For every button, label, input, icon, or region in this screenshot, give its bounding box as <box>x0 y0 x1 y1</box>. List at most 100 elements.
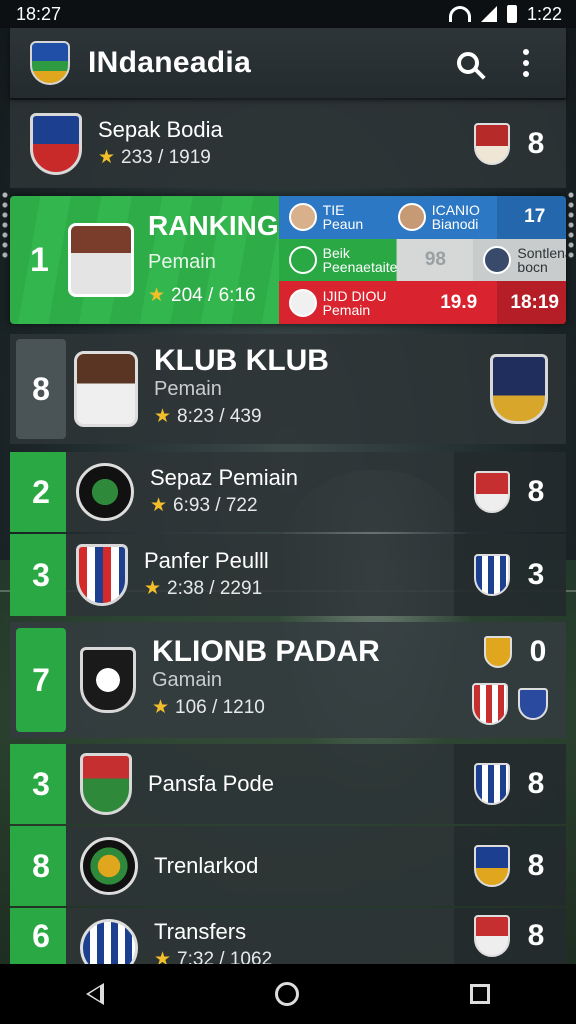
search-button[interactable] <box>448 43 488 83</box>
club-rating: ★ 7:32 / 1062 <box>154 946 454 964</box>
club-row[interactable]: 8 Trenlarkod 8 <box>10 826 566 906</box>
line-sub: Pemain <box>322 301 371 318</box>
club-score: 3 <box>527 558 545 591</box>
floodlight-right <box>566 190 576 260</box>
line-value-2: 18:19 <box>496 281 566 324</box>
opponent-crest <box>474 554 510 596</box>
club-row[interactable]: 3 Pansfa Pode 8 <box>10 744 566 824</box>
ranking-rating: ★ 204 / 6:16 <box>148 285 256 306</box>
status-bar: 18:27 1:22 <box>0 0 576 28</box>
club-score: 8 <box>527 919 545 952</box>
rank-badge: 3 <box>16 534 66 616</box>
floodlight-left <box>0 190 10 260</box>
app-bar: INdaneadia <box>10 28 566 98</box>
club-row[interactable]: 3 Panfer Peulll ★ 2:38 / 2291 3 <box>10 534 566 616</box>
opponent-crest <box>474 845 510 887</box>
recents-icon[interactable] <box>470 984 491 1004</box>
line-value: 98 <box>397 238 474 282</box>
club-rating: ★ 8:23 / 439 <box>154 406 262 427</box>
ranking-line[interactable]: BeikPeenaetaite 98 Sontlenabocn <box>278 238 566 282</box>
club-name: Sepaz Pemiain <box>150 465 298 490</box>
star-icon: ★ <box>152 697 170 718</box>
line-label: TIE <box>322 202 345 219</box>
club-name: Transfers <box>154 919 247 944</box>
star-icon: ★ <box>154 949 172 964</box>
rank-badge: 8 <box>16 339 66 439</box>
club-crest <box>80 647 136 713</box>
star-icon: ★ <box>148 285 166 306</box>
pitch-icon <box>288 246 317 274</box>
opponent-crest <box>474 123 510 165</box>
club-name: Sepak Bodia <box>98 117 223 142</box>
avatar <box>288 203 317 232</box>
ranking-line[interactable]: IJID DIOU Pemain 19.9 18:19 <box>278 281 566 324</box>
club-crest <box>76 463 134 521</box>
club-name: KLIONB PADAR <box>152 635 380 668</box>
star-icon: ★ <box>98 147 116 168</box>
signal-icon <box>480 6 497 22</box>
line-value: 17 <box>496 196 566 239</box>
line-value: 19.9 <box>440 291 478 313</box>
club-score: 8 <box>527 849 545 882</box>
wifi-icon <box>448 6 471 22</box>
club-crest <box>30 113 82 175</box>
back-icon[interactable] <box>85 983 104 1005</box>
club-crest <box>80 753 132 815</box>
avatar <box>483 246 512 274</box>
line-label: Beik <box>322 245 350 261</box>
club-row-top[interactable]: Sepak Bodia ★ 233 / 1919 8 <box>10 100 566 188</box>
system-nav-bar <box>0 964 576 1024</box>
line-label: ICANIO <box>431 202 480 219</box>
more-icon <box>523 49 529 77</box>
ranking-position: 1 <box>30 240 49 279</box>
club-score: 8 <box>527 475 545 508</box>
club-rating: ★ 233 / 1919 <box>98 147 211 168</box>
player-photo <box>74 351 138 427</box>
rank-badge: 7 <box>16 628 66 732</box>
star-icon: ★ <box>154 406 172 427</box>
club-row[interactable]: 6 Transfers ★ 7:32 / 1062 8 <box>10 908 566 964</box>
ranking-sub: Pemain <box>148 251 216 273</box>
featured-club-row-2[interactable]: 7 KLIONB PADAR Gamain ★ 106 / 1210 0 <box>10 622 566 738</box>
club-crest <box>80 919 138 964</box>
star-icon: ★ <box>150 495 168 516</box>
line-sub: Peenaetaite <box>322 259 398 275</box>
opponent-crest <box>474 915 510 957</box>
star-icon: ★ <box>144 578 162 599</box>
status-time-left: 18:27 <box>16 3 62 24</box>
club-name: Trenlarkod <box>154 853 259 878</box>
line-label: Sontlena <box>517 245 566 261</box>
line-label: IJID DIOU <box>322 287 387 304</box>
ranking-line[interactable]: TIE Peaun ICANIO Bianodi 17 <box>278 196 566 239</box>
club-score: 0 <box>529 635 547 668</box>
club-rating: ★ 6:93 / 722 <box>150 495 258 516</box>
rank-badge: 8 <box>16 826 66 906</box>
rank-badge: 6 <box>16 908 66 964</box>
club-crest <box>80 837 138 895</box>
status-time-right: 1:22 <box>526 3 562 24</box>
club-sub: Gamain <box>152 669 223 691</box>
line-sub: Peaun <box>322 216 364 233</box>
opponent-crest <box>474 471 510 513</box>
app-title: INdaneadia <box>88 46 252 79</box>
ranking-title: RANKING <box>148 210 279 241</box>
rank-badge: 3 <box>16 744 66 824</box>
club-name: KLUB KLUB <box>154 344 329 377</box>
home-icon[interactable] <box>274 982 299 1006</box>
trophy-icon <box>484 636 512 668</box>
club-row[interactable]: 2 Sepaz Pemiain ★ 6:93 / 722 8 <box>10 452 566 532</box>
app-logo <box>30 41 70 85</box>
featured-club-row[interactable]: 8 KLUB KLUB Pemain ★ 8:23 / 439 <box>10 334 566 444</box>
club-badge-icon <box>288 288 317 317</box>
club-sub: Pemain <box>154 378 222 400</box>
more-options-button[interactable] <box>506 43 546 83</box>
club-rating: ★ 106 / 1210 <box>152 697 265 718</box>
line-sub: bocn <box>517 259 548 275</box>
ranking-card[interactable]: 1 RANKING Pemain ★ 204 / 6:16 TIE Peaun IC… <box>10 196 566 324</box>
club-score: 8 <box>527 767 545 800</box>
rank-badge: 2 <box>16 452 66 532</box>
club-rating: ★ 2:38 / 2291 <box>144 578 263 599</box>
player-photo <box>68 223 134 297</box>
search-icon <box>457 52 479 74</box>
club-crest <box>76 544 128 606</box>
